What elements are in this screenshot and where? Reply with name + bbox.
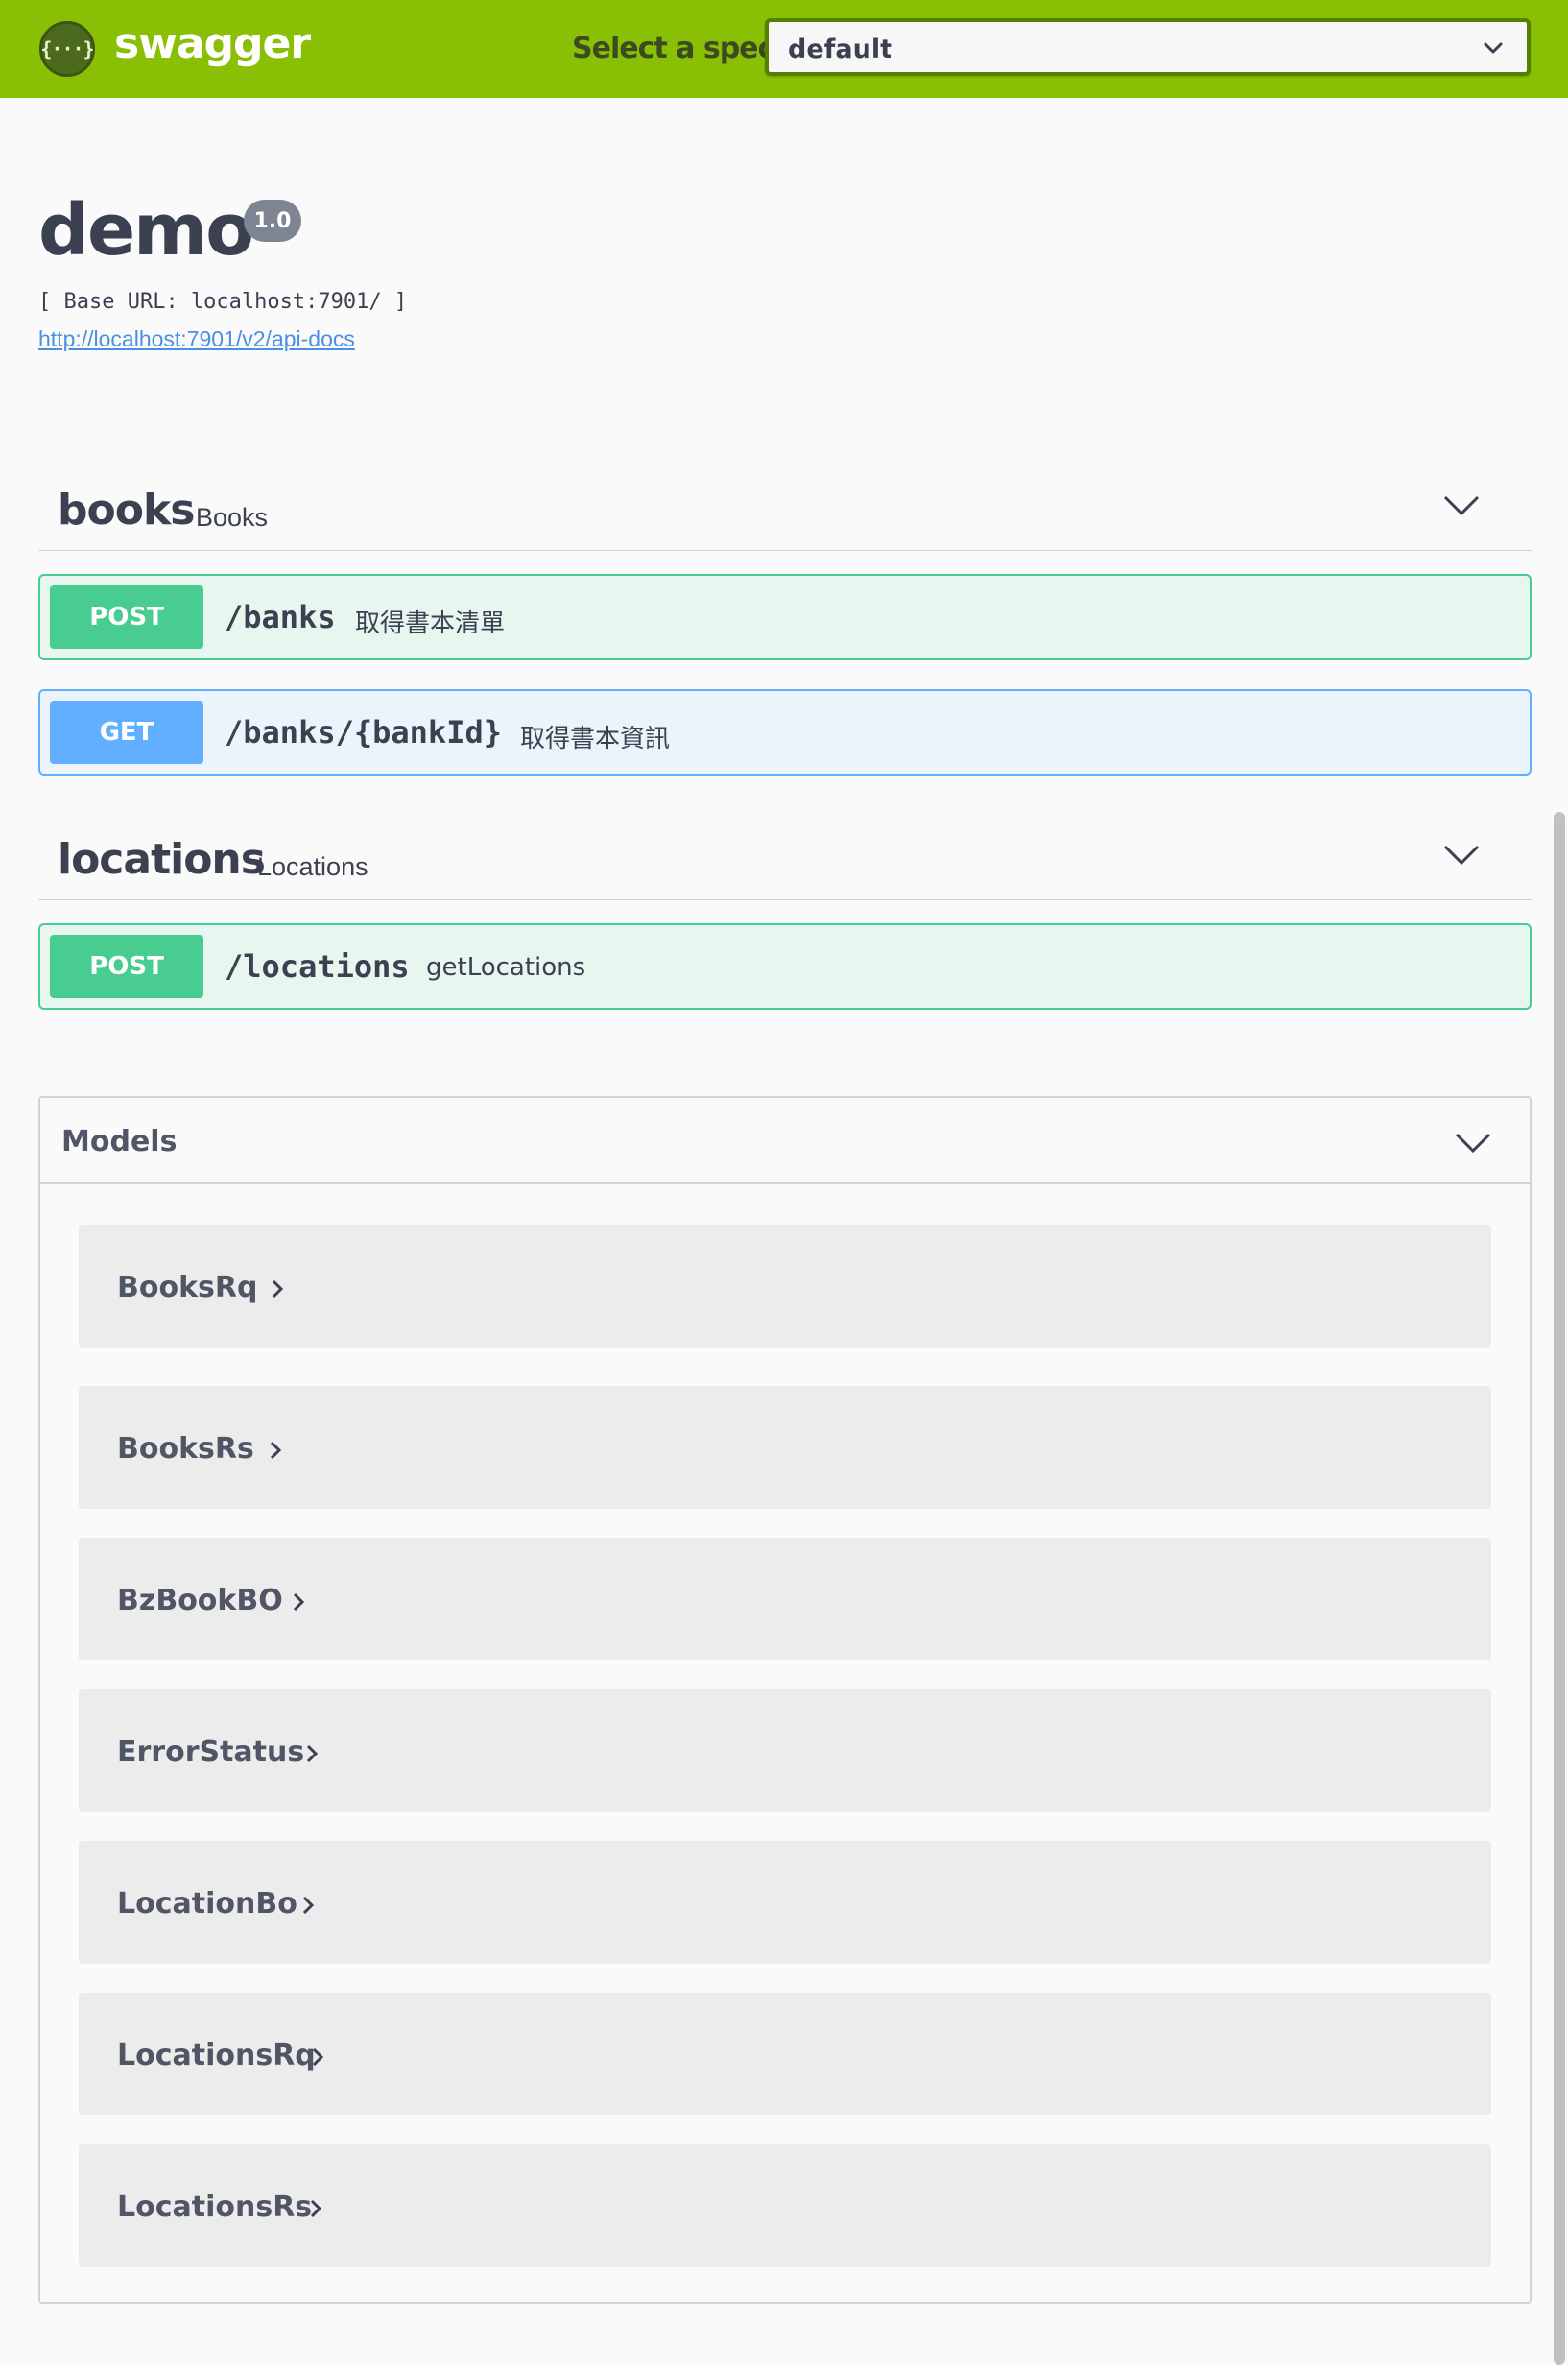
tag-locations-header[interactable]: locations Locations <box>38 814 1532 900</box>
operation-summary: getLocations <box>426 953 586 982</box>
version-badge: 1.0 <box>244 200 301 242</box>
tag-books-header[interactable]: books Books <box>38 465 1532 551</box>
model-name: BooksRs <box>117 1432 254 1466</box>
model-item[interactable]: ErrorStatus <box>79 1689 1491 1812</box>
operation-summary: 取得書本清單 <box>355 609 506 638</box>
scrollbar[interactable] <box>1554 812 1565 2365</box>
operation-summary: 取得書本資訊 <box>520 725 671 753</box>
chevron-down-icon[interactable] <box>1455 1133 1491 1154</box>
tag-name: locations <box>58 835 266 884</box>
chevron-right-icon <box>272 1279 284 1299</box>
model-item[interactable]: BzBookBO <box>79 1538 1491 1660</box>
operation-path: /banks <box>225 599 336 635</box>
model-item[interactable]: BooksRq <box>79 1225 1491 1348</box>
models-header[interactable]: Models <box>40 1098 1530 1184</box>
spec-select[interactable]: default <box>765 18 1531 76</box>
models-label: Models <box>61 1125 178 1159</box>
model-item[interactable]: LocationsRq <box>79 1993 1491 2115</box>
model-name: LocationsRs <box>117 2190 313 2224</box>
model-name: ErrorStatus <box>117 1735 305 1769</box>
model-name: LocationBo <box>117 1887 297 1921</box>
tag-name: books <box>58 486 195 535</box>
method-badge: POST <box>50 585 203 649</box>
chevron-down-icon <box>1484 42 1503 54</box>
method-badge: GET <box>50 701 203 764</box>
model-item[interactable]: LocationsRs <box>79 2144 1491 2267</box>
operation-post-locations[interactable]: POST /locations getLocations <box>38 923 1532 1010</box>
chevron-right-icon <box>302 1896 315 1915</box>
model-item[interactable]: BooksRs <box>79 1386 1491 1509</box>
operation-get-bank[interactable]: GET /banks/{bankId} 取得書本資訊 <box>38 689 1532 776</box>
operation-path: /banks/{bankId} <box>225 714 502 751</box>
spec-select-value: default <box>788 35 892 64</box>
tag-description: Books <box>196 503 269 532</box>
chevron-right-icon <box>312 2047 324 2066</box>
operation-path: /locations <box>225 948 410 985</box>
tag-description: Locations <box>257 852 368 881</box>
model-name: LocationsRq <box>117 2039 316 2072</box>
method-badge: POST <box>50 935 203 998</box>
logo-glyph: {···} <box>40 37 94 60</box>
logo-text[interactable]: swagger <box>114 19 311 68</box>
chevron-down-icon[interactable] <box>1443 495 1480 516</box>
chevron-right-icon <box>270 1441 282 1460</box>
model-name: BooksRq <box>117 1271 258 1304</box>
model-name: BzBookBO <box>117 1584 283 1617</box>
page-title: demo <box>38 189 254 272</box>
chevron-right-icon <box>306 1744 319 1763</box>
base-url: [ Base URL: localhost:7901/ ] <box>38 290 408 314</box>
swagger-logo-icon[interactable]: {···} <box>39 21 95 77</box>
model-item[interactable]: LocationBo <box>79 1841 1491 1964</box>
spec-select-label: Select a spec <box>572 32 774 65</box>
chevron-right-icon <box>310 2199 322 2218</box>
chevron-right-icon <box>293 1592 305 1612</box>
operation-post-banks[interactable]: POST /banks 取得書本清單 <box>38 574 1532 660</box>
chevron-down-icon[interactable] <box>1443 845 1480 866</box>
api-docs-link[interactable]: http://localhost:7901/v2/api-docs <box>38 326 355 352</box>
topbar: {···} swagger Select a spec default <box>0 0 1568 98</box>
models-section: Models BooksRq BooksRs BzBookBO ErrorSta… <box>38 1096 1532 2304</box>
